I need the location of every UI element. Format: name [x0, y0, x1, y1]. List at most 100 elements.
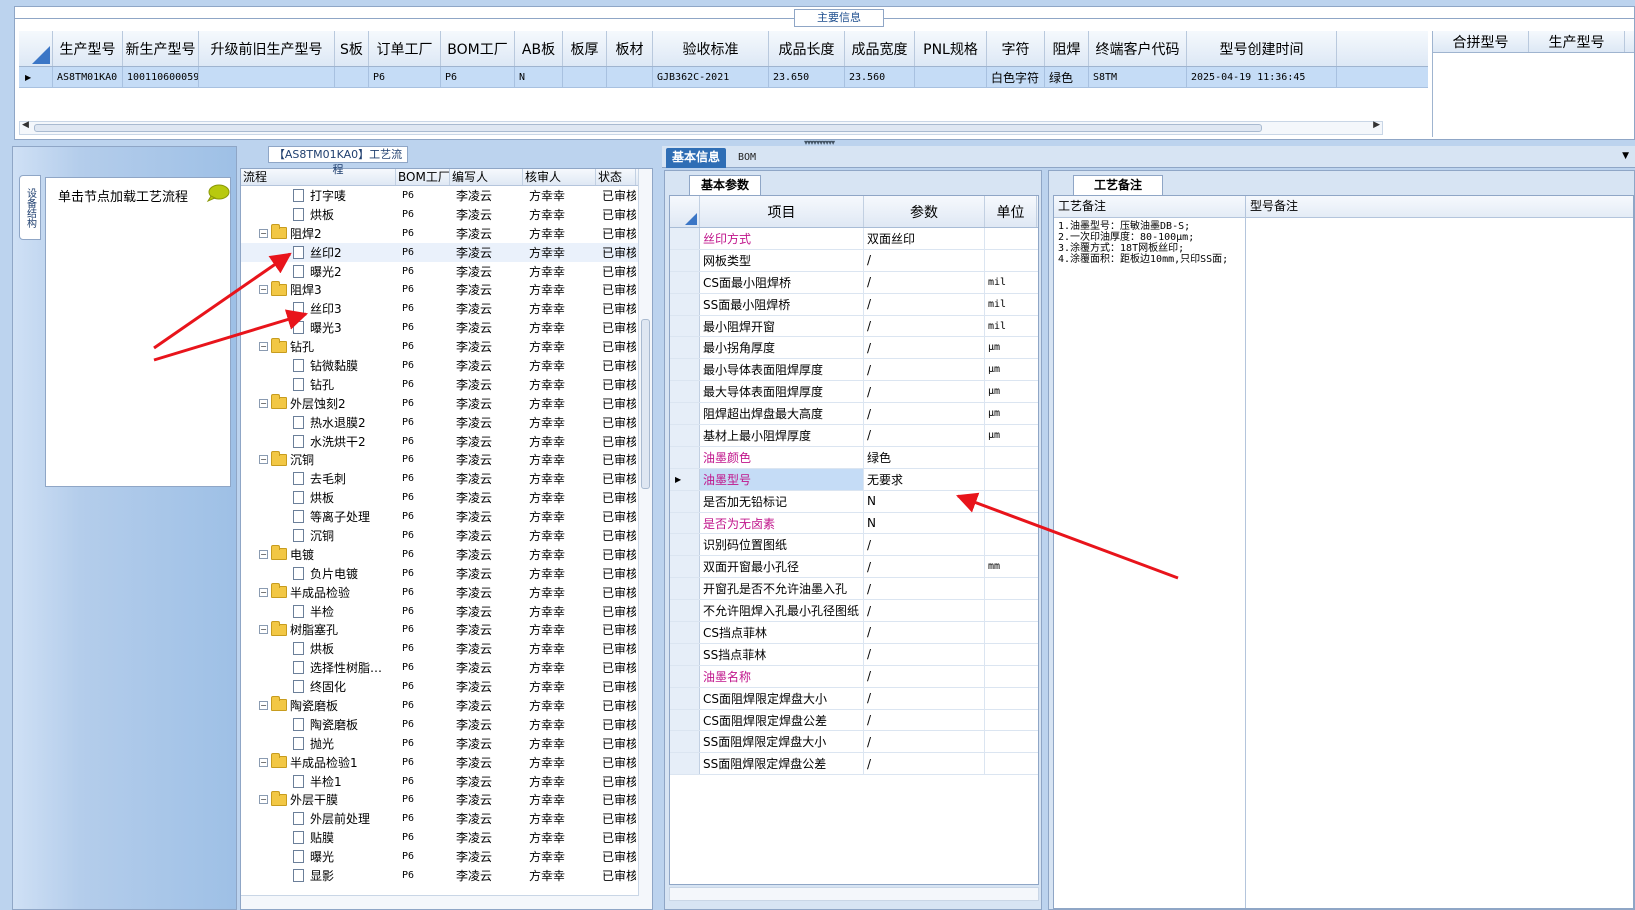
param-row[interactable]: SS面阻焊限定焊盘公差 /	[670, 753, 1038, 776]
tree-row[interactable]: 负片电镀 P6 李凌云 方幸幸 已审核	[241, 564, 652, 583]
column-header[interactable]: 项目	[700, 196, 864, 227]
column-header[interactable]: 升级前旧生产型号	[199, 31, 335, 66]
tree-row[interactable]: − 树脂塞孔 P6 李凌云 方幸幸 已审核	[241, 620, 652, 639]
param-value-cell[interactable]: /	[864, 337, 985, 359]
main-info-hscrollbar[interactable]: ◀ ▶	[19, 120, 1383, 135]
model-notes-textarea[interactable]	[1246, 218, 1633, 908]
collapse-toggle-icon[interactable]: −	[259, 285, 268, 295]
param-value-cell[interactable]: 绿色	[864, 446, 985, 468]
nav-tree-box[interactable]: 单击节点加载工艺流程	[45, 177, 231, 487]
tab-basic-info[interactable]: 基本信息	[666, 148, 727, 168]
tab-bom[interactable]: BOM	[732, 148, 762, 168]
tree-node[interactable]: 选择性树脂…	[241, 658, 396, 677]
param-value-cell[interactable]: /	[864, 249, 985, 271]
column-header[interactable]: 成品宽度	[845, 31, 915, 66]
params-hscrollbar[interactable]	[669, 887, 1039, 901]
tree-node[interactable]: − 外层干膜	[241, 790, 396, 810]
tree-row[interactable]: 半检 P6 李凌云 方幸幸 已审核	[241, 602, 652, 621]
tree-row[interactable]: 烘板 P6 李凌云 方幸幸 已审核	[241, 205, 652, 224]
column-header[interactable]: 编写人	[450, 169, 523, 185]
param-value-cell[interactable]: /	[864, 578, 985, 600]
collapse-toggle-icon[interactable]: −	[259, 455, 268, 465]
param-row[interactable]: CS面阻焊限定焊盘公差 /	[670, 709, 1038, 732]
column-header[interactable]: 字符	[987, 31, 1045, 66]
param-value-cell[interactable]: 无要求	[864, 468, 985, 490]
param-row[interactable]: 网板类型 /	[670, 249, 1038, 272]
tree-row[interactable]: 热水退膜2 P6 李凌云 方幸幸 已审核	[241, 413, 652, 432]
tree-row[interactable]: − 沉铜 P6 李凌云 方幸幸 已审核	[241, 450, 652, 469]
tree-node[interactable]: 打字唛	[241, 186, 396, 205]
scroll-thumb[interactable]	[34, 124, 1262, 132]
tree-node[interactable]: 贴膜	[241, 828, 396, 847]
tree-row[interactable]: 钻孔 P6 李凌云 方幸幸 已审核	[241, 375, 652, 394]
column-header[interactable]: 型号创建时间	[1187, 31, 1337, 66]
column-header[interactable]: 单位	[985, 196, 1037, 227]
param-row[interactable]: 油墨名称 /	[670, 665, 1038, 688]
tree-row[interactable]: 陶瓷磨板 P6 李凌云 方幸幸 已审核	[241, 715, 652, 734]
column-header[interactable]: PNL规格	[915, 31, 987, 66]
grid-corner-icon[interactable]	[19, 31, 53, 66]
tree-node[interactable]: 去毛刺	[241, 469, 396, 488]
tree-node[interactable]: 曝光	[241, 847, 396, 866]
tree-node[interactable]: 显影	[241, 866, 396, 885]
param-value-cell[interactable]: /	[864, 665, 985, 687]
tree-node[interactable]: 抛光	[241, 734, 396, 753]
column-header[interactable]: BOM工厂	[441, 31, 515, 66]
tree-row[interactable]: 沉铜 P6 李凌云 方幸幸 已审核	[241, 526, 652, 545]
collapse-toggle-icon[interactable]: −	[259, 549, 268, 559]
column-header[interactable]: 成品长度	[769, 31, 845, 66]
tree-row[interactable]: − 陶瓷磨板 P6 李凌云 方幸幸 已审核	[241, 696, 652, 715]
column-header[interactable]: 板厚	[563, 31, 607, 66]
tree-row[interactable]: − 钻孔 P6 李凌云 方幸幸 已审核	[241, 337, 652, 356]
tree-row[interactable]: 终固化 P6 李凌云 方幸幸 已审核	[241, 677, 652, 696]
column-header[interactable]: BOM工厂	[396, 169, 450, 185]
param-row[interactable]: ▶ 油墨型号 无要求	[670, 468, 1038, 491]
collapse-toggle-icon[interactable]: −	[259, 398, 268, 408]
param-value-cell[interactable]: /	[864, 709, 985, 731]
param-row[interactable]: SS面最小阻焊桥 / mil	[670, 293, 1038, 316]
tree-row[interactable]: 烘板 P6 李凌云 方幸幸 已审核	[241, 488, 652, 507]
param-row[interactable]: CS面阻焊限定焊盘大小 /	[670, 687, 1038, 710]
tree-row[interactable]: 贴膜 P6 李凌云 方幸幸 已审核	[241, 828, 652, 847]
tree-node[interactable]: − 电镀	[241, 545, 396, 564]
tree-node[interactable]: − 外层蚀刻2	[241, 394, 396, 413]
tree-row[interactable]: − 外层干膜 P6 李凌云 方幸幸 已审核	[241, 790, 652, 810]
param-row[interactable]: SS挡点菲林 /	[670, 643, 1038, 666]
tree-node[interactable]: − 半成品检验1	[241, 753, 396, 772]
device-structure-tab[interactable]: 设备结构	[19, 175, 41, 240]
collapse-toggle-icon[interactable]: −	[259, 757, 268, 767]
collapse-toggle-icon[interactable]: −	[259, 700, 268, 710]
tab-basic-params[interactable]: 基本参数	[689, 175, 761, 195]
param-value-cell[interactable]: /	[864, 622, 985, 643]
middle-splitter[interactable]	[655, 146, 660, 910]
param-value-cell[interactable]: /	[864, 425, 985, 446]
tree-row[interactable]: 等离子处理 P6 李凌云 方幸幸 已审核	[241, 507, 652, 526]
column-header[interactable]: 生产型号	[1529, 31, 1625, 52]
param-row[interactable]: SS面阻焊限定焊盘大小 /	[670, 731, 1038, 754]
tree-node[interactable]: 等离子处理	[241, 507, 396, 526]
column-header[interactable]: 核审人	[523, 169, 596, 185]
tree-row[interactable]: 丝印2 P6 李凌云 方幸幸 已审核	[241, 242, 652, 262]
tree-node[interactable]: 丝印3	[241, 299, 396, 318]
tree-node[interactable]: 半检	[241, 602, 396, 621]
tree-row[interactable]: 丝印3 P6 李凌云 方幸幸 已审核	[241, 299, 652, 318]
tree-row[interactable]: − 阻焊2 P6 李凌云 方幸幸 已审核	[241, 224, 652, 243]
tree-row[interactable]: 显影 P6 李凌云 方幸幸 已审核	[241, 866, 652, 885]
param-row[interactable]: 双面开窗最小孔径 / mm	[670, 556, 1038, 579]
param-row[interactable]: 油墨颜色 绿色	[670, 446, 1038, 469]
param-value-cell[interactable]: /	[864, 271, 985, 293]
tree-row[interactable]: 曝光3 P6 李凌云 方幸幸 已审核	[241, 318, 652, 337]
tree-node[interactable]: − 钻孔	[241, 337, 396, 356]
param-row[interactable]: 最大导体表面阻焊厚度 / μm	[670, 381, 1038, 404]
tree-node[interactable]: 负片电镀	[241, 564, 396, 583]
param-row[interactable]: CS挡点菲林 /	[670, 622, 1038, 644]
tree-node[interactable]: − 阻焊3	[241, 280, 396, 299]
tree-row[interactable]: 去毛刺 P6 李凌云 方幸幸 已审核	[241, 469, 652, 488]
collapse-toggle-icon[interactable]: −	[259, 587, 268, 597]
param-value-cell[interactable]: /	[864, 359, 985, 381]
tree-node[interactable]: − 阻焊2	[241, 224, 396, 243]
column-header[interactable]: 状态	[596, 169, 636, 185]
tree-row[interactable]: 打字唛 P6 李凌云 方幸幸 已审核	[241, 186, 652, 205]
tree-row[interactable]: 烘板 P6 李凌云 方幸幸 已审核	[241, 639, 652, 658]
tree-row[interactable]: − 外层蚀刻2 P6 李凌云 方幸幸 已审核	[241, 394, 652, 413]
